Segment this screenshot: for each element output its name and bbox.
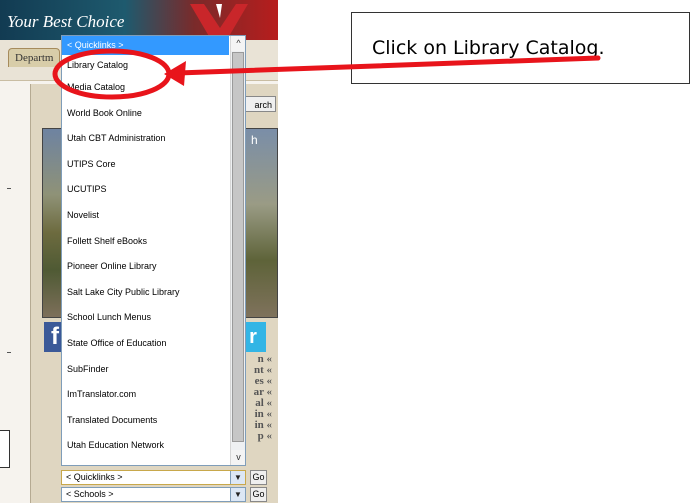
quicklinks-select-value: < Quicklinks > (66, 472, 123, 482)
schools-select-value: < Schools > (66, 489, 114, 499)
site-banner: Your Best Choice (0, 0, 278, 40)
site-motto: Your Best Choice (7, 12, 125, 31)
instruction-callout: Click on Library Catalog. (351, 12, 690, 84)
scrollbar-thumb[interactable] (232, 52, 244, 442)
quicklinks-go-button[interactable]: Go (250, 470, 267, 485)
dropdown-option-school-lunch[interactable]: School Lunch Menus (62, 305, 229, 331)
dropdown-option-world-book-online[interactable]: World Book Online (62, 101, 229, 127)
dropdown-option-follett-shelf[interactable]: Follett Shelf eBooks (62, 229, 229, 255)
schools-go-button[interactable]: Go (250, 487, 267, 502)
divider-tick (7, 352, 11, 353)
divider-tick (7, 188, 11, 189)
dropdown-scrollbar[interactable]: ^ v (230, 36, 245, 465)
dropdown-option-state-office[interactable]: State Office of Education (62, 331, 229, 357)
dropdown-option-library-catalog[interactable]: Library Catalog (62, 55, 229, 75)
dropdown-option-pioneer-online[interactable]: Pioneer Online Library (62, 254, 229, 280)
schools-select[interactable]: < Schools > ▼ (61, 487, 246, 502)
departments-tab[interactable]: Departm (8, 48, 61, 67)
chevron-down-icon[interactable]: ▼ (230, 471, 245, 484)
dropdown-option-translated-docs[interactable]: Translated Documents (62, 408, 229, 434)
dropdown-option-quicklinks[interactable]: < Quicklinks > (62, 36, 229, 55)
dropdown-option-subfinder[interactable]: SubFinder (62, 357, 229, 383)
dropdown-option-utah-cbt[interactable]: Utah CBT Administration (62, 126, 229, 152)
dropdown-option-ucutips[interactable]: UCUTIPS (62, 177, 229, 203)
dropdown-option-imtranslator[interactable]: ImTranslator.com (62, 382, 229, 408)
photo-caption-fragment: h (251, 133, 258, 147)
dropdown-option-media-catalog[interactable]: Media Catalog (62, 75, 229, 101)
callout-text: Click on Library Catalog. (372, 37, 605, 59)
quicklinks-select-row: < Quicklinks > ▼ Go (61, 470, 276, 485)
dropdown-options: < Quicklinks > Library Catalog Media Cat… (62, 36, 229, 459)
scroll-up-icon[interactable]: ^ (231, 36, 245, 51)
quicklinks-select[interactable]: < Quicklinks > ▼ (61, 470, 246, 485)
scroll-down-icon[interactable]: v (231, 450, 245, 465)
dropdown-option-novelist[interactable]: Novelist (62, 203, 229, 229)
dropdown-option-slc-public-library[interactable]: Salt Lake City Public Library (62, 280, 229, 306)
schools-select-row: < Schools > ▼ Go (61, 487, 276, 502)
dropdown-option-utah-education-network[interactable]: Utah Education Network (62, 433, 229, 459)
district-logo-icon (190, 4, 248, 38)
content-box-edge (0, 430, 10, 468)
chevron-down-icon[interactable]: ▼ (230, 488, 245, 501)
dropdown-option-utips-core[interactable]: UTIPS Core (62, 152, 229, 178)
quicklinks-dropdown-list[interactable]: < Quicklinks > Library Catalog Media Cat… (61, 35, 246, 466)
